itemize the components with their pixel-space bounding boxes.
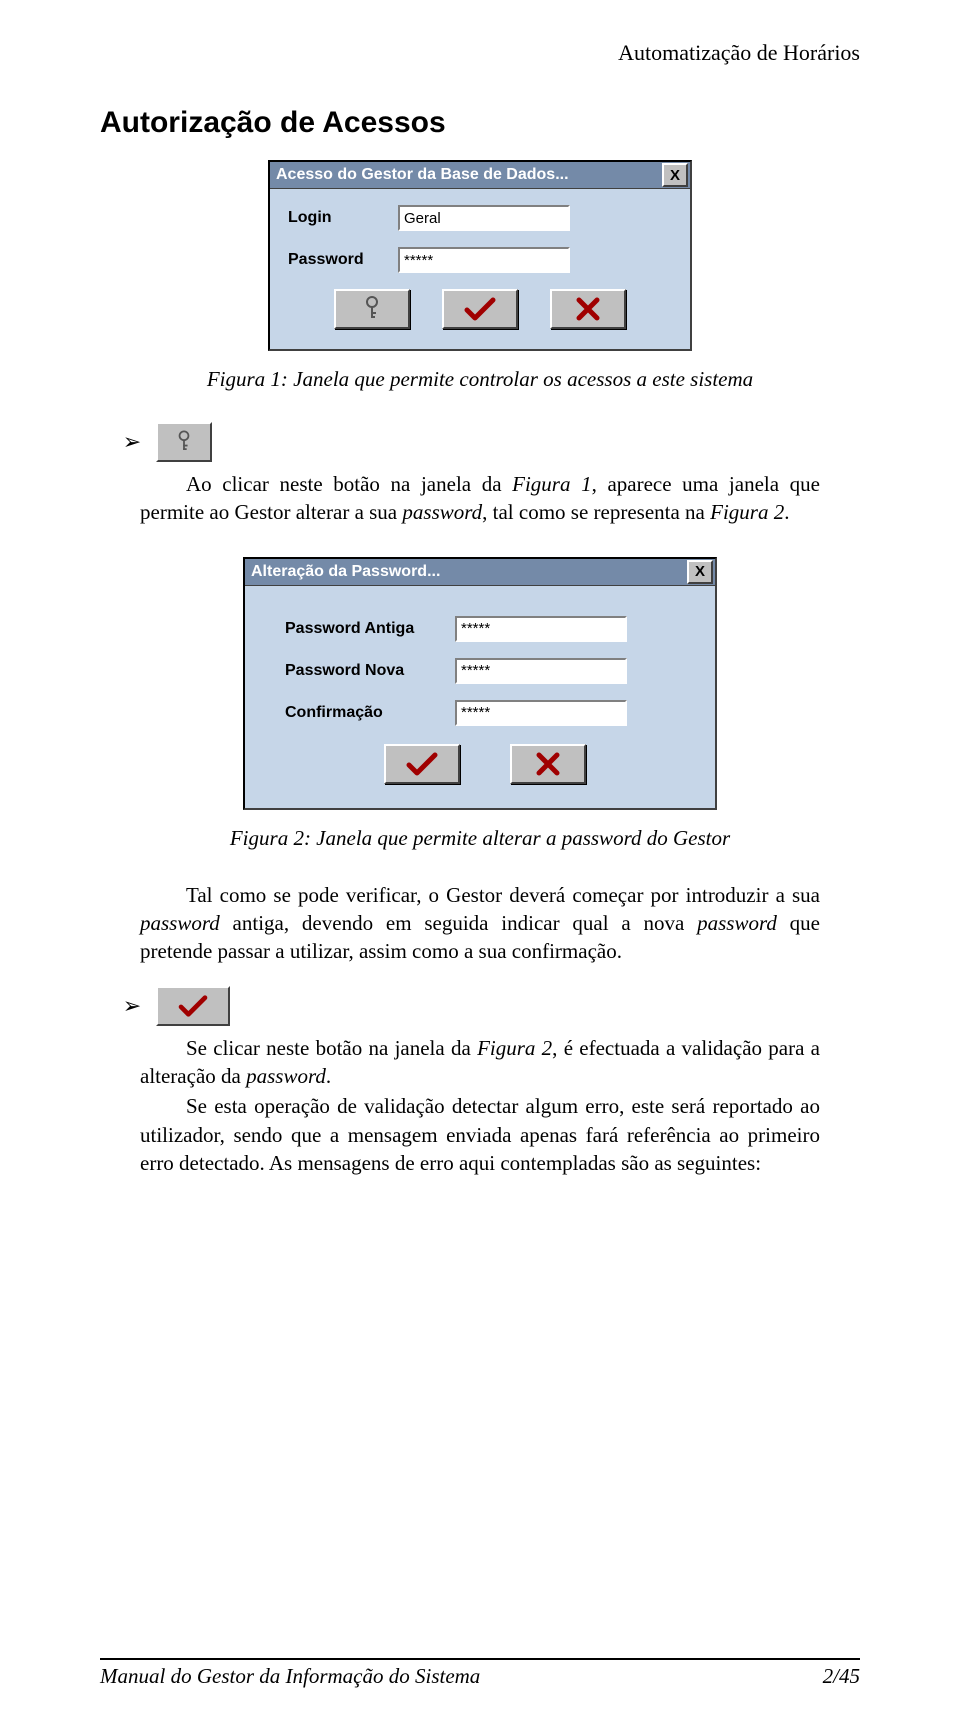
change-password-titlebar: Alteração da Password... X [245,559,715,586]
bullet-key-item: ➢ [120,422,860,462]
cancel-button[interactable] [550,289,626,329]
bullet-check-item: ➢ [120,986,860,1026]
cross-icon [535,751,561,777]
new-password-field[interactable] [455,658,627,684]
login-field[interactable] [398,205,570,231]
key-icon [363,296,381,322]
check-icon [177,994,209,1018]
cross-icon [575,296,601,322]
password-field[interactable] [398,247,570,273]
confirm-button[interactable] [384,744,460,784]
confirm-password-label: Confirmação [285,704,455,722]
check-icon [463,296,497,322]
old-password-label: Password Antiga [285,620,455,638]
cancel-button[interactable] [510,744,586,784]
key-icon [176,430,192,454]
confirm-password-field[interactable] [455,700,627,726]
paragraph-fig2-desc: Tal como se pode verificar, o Gestor dev… [140,881,820,966]
password-label: Password [288,251,398,269]
running-header: Automatização de Horários [100,40,860,66]
footer-left: Manual do Gestor da Informação do Sistem… [100,1664,480,1689]
key-button-inline [156,422,212,462]
key-button[interactable] [334,289,410,329]
old-password-field[interactable] [455,616,627,642]
access-dialog: Acesso do Gestor da Base de Dados... X L… [268,160,692,351]
figure-2-caption: Figura 2: Janela que permite alterar a p… [100,826,860,851]
confirm-button[interactable] [442,289,518,329]
change-password-dialog: Alteração da Password... X Password Anti… [243,557,717,810]
access-dialog-titlebar: Acesso do Gestor da Base de Dados... X [270,162,690,189]
page-footer: Manual do Gestor da Informação do Sistem… [100,1652,860,1689]
section-heading: Autorização de Acessos [100,106,860,140]
change-password-title: Alteração da Password... [251,563,440,581]
figure-1-caption: Figura 1: Janela que permite controlar o… [100,367,860,392]
bullet-glyph: ➢ [120,993,144,1019]
bullet-glyph: ➢ [120,429,144,455]
close-icon[interactable]: X [687,560,713,584]
close-icon[interactable]: X [662,163,688,187]
footer-right: 2/45 [823,1664,860,1689]
paragraph-check-desc: Se clicar neste botão na janela da Figur… [140,1034,820,1178]
confirm-button-inline [156,986,230,1026]
paragraph-key-desc: Ao clicar neste botão na janela da Figur… [140,470,820,527]
new-password-label: Password Nova [285,662,455,680]
access-dialog-title: Acesso do Gestor da Base de Dados... [276,166,569,184]
login-label: Login [288,209,398,227]
check-icon [405,751,439,777]
